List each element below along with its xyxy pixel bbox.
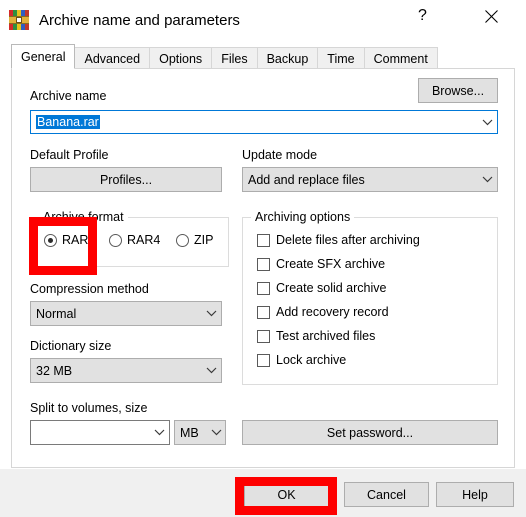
dictionary-size-label: Dictionary size — [30, 339, 112, 353]
tab-label: Backup — [266, 51, 309, 66]
zip-format-radio[interactable]: ZIP — [176, 233, 213, 247]
radio-mark-icon — [176, 233, 189, 247]
rar4-format-label: RAR4 — [127, 233, 161, 247]
question-mark-icon: ? — [418, 7, 427, 24]
help-button[interactable]: Help — [436, 482, 514, 507]
tab-label: Advanced — [84, 51, 141, 66]
default-profile-label: Default Profile — [30, 148, 109, 162]
tab-label: Files — [221, 51, 248, 66]
rar-format-radio[interactable]: RAR — [44, 233, 88, 247]
checkbox-label: Delete files after archiving — [276, 233, 420, 247]
checkbox-box-icon — [257, 329, 270, 343]
checkbox-label: Test archived files — [276, 329, 376, 343]
chevron-down-icon[interactable] — [477, 119, 497, 126]
compression-method-combobox[interactable]: Normal — [30, 301, 222, 326]
update-mode-label: Update mode — [242, 148, 318, 162]
tab-options[interactable]: Options — [149, 47, 213, 69]
checkbox-label: Lock archive — [276, 353, 347, 367]
rar4-format-radio[interactable]: RAR4 — [109, 233, 160, 247]
cancel-button-label: Cancel — [367, 487, 406, 502]
tab-comment[interactable]: Comment — [363, 47, 438, 69]
checkbox-label: Create SFX archive — [276, 257, 386, 271]
archive-name-input[interactable]: Banana.rar — [31, 115, 477, 129]
tab-strip: General Advanced Options Files Backup Ti… — [11, 44, 515, 69]
close-icon — [485, 9, 498, 23]
close-caption-button[interactable] — [469, 0, 514, 32]
tab-general[interactable]: General — [11, 44, 76, 69]
window-title: Archive name and parameters — [39, 11, 240, 29]
help-button-label: Help — [462, 487, 488, 502]
tab-files[interactable]: Files — [211, 47, 258, 69]
chevron-down-icon[interactable] — [201, 367, 221, 374]
tab-label: Comment — [373, 51, 428, 66]
rar-format-label: RAR — [62, 233, 89, 247]
cancel-button[interactable]: Cancel — [344, 482, 429, 507]
compression-method-value: Normal — [36, 306, 77, 321]
archive-name-combobox[interactable]: Banana.rar — [30, 110, 498, 134]
set-password-button-label: Set password... — [326, 425, 414, 440]
archiving-options-group: Archiving options Delete files after arc… — [242, 210, 498, 385]
split-to-volumes-combobox[interactable] — [30, 420, 170, 445]
split-unit-value: MB — [180, 425, 199, 440]
radio-mark-icon — [44, 233, 57, 247]
create-solid-archive-checkbox[interactable]: Create solid archive — [257, 281, 386, 295]
archive-name-and-parameters-dialog: Archive name and parameters ? General Ad… — [0, 0, 526, 517]
archive-format-group: Archive format RAR RAR4 ZIP — [30, 210, 229, 267]
archive-name-label: Archive name — [30, 89, 107, 103]
checkbox-box-icon — [257, 257, 270, 271]
zip-format-label: ZIP — [194, 233, 214, 247]
tab-label: General — [21, 49, 66, 64]
browse-button-label: Browse... — [431, 83, 485, 98]
checkbox-box-icon — [257, 281, 270, 295]
dictionary-size-value: 32 MB — [36, 363, 73, 378]
checkbox-box-icon — [257, 353, 270, 367]
archive-name-value: Banana.rar — [36, 115, 100, 129]
chevron-down-icon[interactable] — [201, 310, 221, 317]
checkbox-box-icon — [257, 305, 270, 319]
compression-method-label: Compression method — [30, 282, 149, 296]
delete-files-after-archiving-checkbox[interactable]: Delete files after archiving — [257, 233, 420, 247]
chevron-down-icon[interactable] — [149, 429, 169, 436]
tab-label: Options — [159, 51, 203, 66]
split-to-volumes-label: Split to volumes, size — [30, 401, 148, 415]
general-tab-panel: Archive name Browse... Banana.rar Defaul… — [11, 68, 515, 468]
update-mode-combobox[interactable]: Add and replace files — [242, 167, 498, 192]
chevron-down-icon[interactable] — [477, 176, 497, 183]
radio-mark-icon — [109, 233, 122, 247]
create-sfx-archive-checkbox[interactable]: Create SFX archive — [257, 257, 385, 271]
tab-time[interactable]: Time — [317, 47, 365, 69]
archiving-options-label: Archiving options — [251, 210, 355, 224]
help-caption-button[interactable]: ? — [400, 0, 445, 32]
dictionary-size-combobox[interactable]: 32 MB — [30, 358, 222, 383]
split-unit-combobox[interactable]: MB — [174, 420, 226, 445]
browse-button[interactable]: Browse... — [418, 78, 498, 103]
tab-advanced[interactable]: Advanced — [74, 47, 151, 69]
dialog-footer: OK Cancel Help — [0, 469, 526, 517]
profiles-button[interactable]: Profiles... — [30, 167, 222, 192]
checkbox-label: Create solid archive — [276, 281, 387, 295]
set-password-button[interactable]: Set password... — [242, 420, 498, 445]
profiles-button-label: Profiles... — [99, 172, 153, 187]
tab-label: Time — [327, 51, 355, 66]
checkbox-label: Add recovery record — [276, 305, 389, 319]
archive-format-label: Archive format — [39, 210, 128, 224]
ok-button-label: OK — [277, 487, 296, 502]
test-archived-files-checkbox[interactable]: Test archived files — [257, 329, 375, 343]
add-recovery-record-checkbox[interactable]: Add recovery record — [257, 305, 389, 319]
chevron-down-icon[interactable] — [207, 429, 225, 436]
title-bar: Archive name and parameters ? — [0, 0, 526, 40]
checkbox-box-icon — [257, 233, 270, 247]
tab-backup[interactable]: Backup — [256, 47, 319, 69]
winrar-books-icon — [9, 10, 29, 30]
ok-button[interactable]: OK — [244, 482, 329, 507]
update-mode-value: Add and replace files — [248, 172, 365, 187]
lock-archive-checkbox[interactable]: Lock archive — [257, 353, 346, 367]
